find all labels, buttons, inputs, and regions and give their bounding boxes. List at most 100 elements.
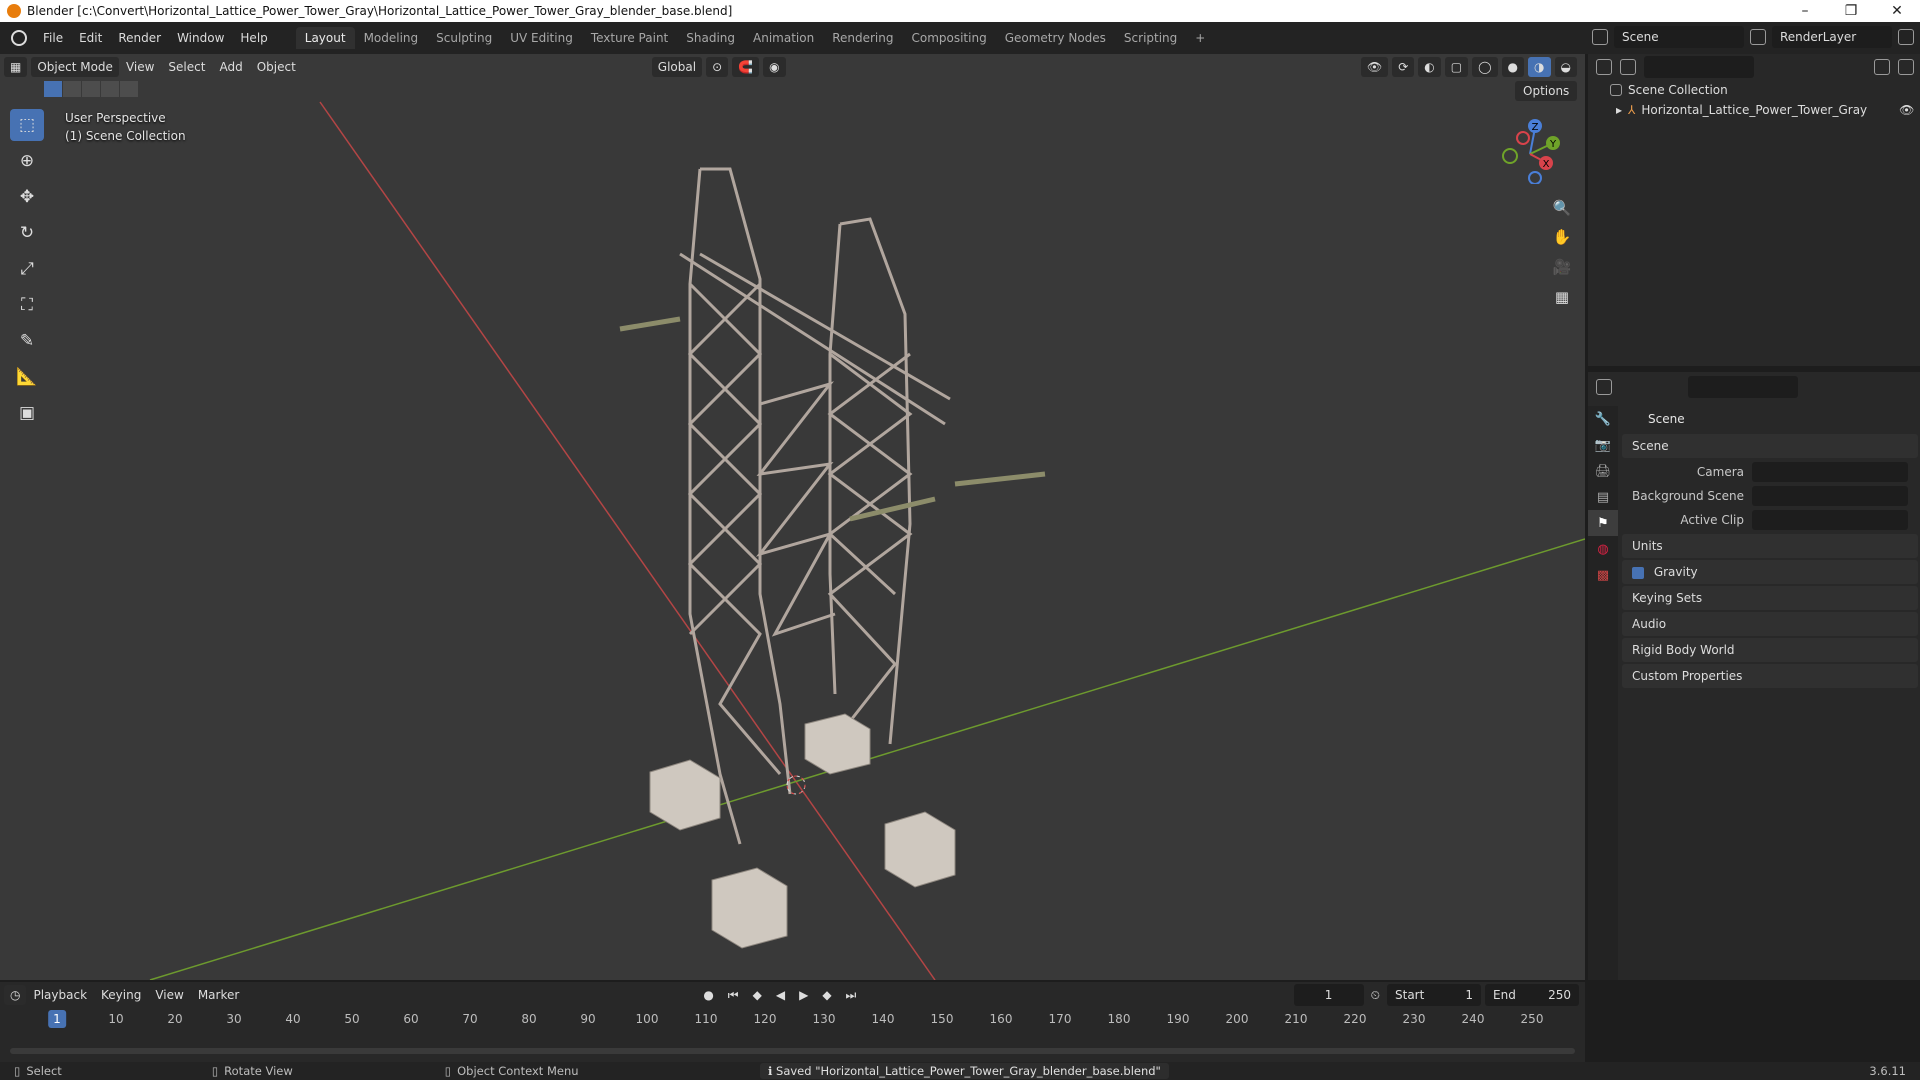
menu-help[interactable]: Help	[232, 27, 275, 49]
rendered-shading-icon[interactable]: ◒	[1554, 57, 1577, 77]
menu-edit[interactable]: Edit	[71, 27, 110, 49]
solid-shading-icon[interactable]: ●	[1501, 57, 1525, 77]
tab-shading[interactable]: Shading	[677, 27, 744, 49]
xray-icon[interactable]: ▢	[1444, 57, 1469, 77]
view-layer-icon[interactable]	[1750, 29, 1766, 45]
options-button[interactable]: Options	[1515, 81, 1578, 101]
viewport-menu-object[interactable]: Object	[250, 60, 303, 74]
properties-editor-type-icon[interactable]	[1596, 379, 1612, 395]
filter-icon[interactable]	[1874, 59, 1890, 75]
scene-selector-icon[interactable]	[1592, 29, 1608, 45]
pan-hand-icon[interactable]: ✋	[1548, 224, 1576, 250]
tab-geometry-nodes[interactable]: Geometry Nodes	[996, 27, 1115, 49]
new-collection-icon[interactable]	[1898, 59, 1914, 75]
prev-keyframe-icon[interactable]: ◆	[746, 988, 769, 1002]
play-reverse-icon[interactable]: ◀	[769, 988, 792, 1002]
active-clip-field[interactable]	[1752, 510, 1908, 530]
tab-sculpting[interactable]: Sculpting	[427, 27, 501, 49]
outliner-search-input[interactable]	[1644, 56, 1754, 78]
move-tool-icon[interactable]: ✥	[10, 181, 44, 213]
timeline-scrollbar[interactable]	[10, 1048, 1575, 1054]
select-subtract-icon[interactable]	[82, 81, 100, 97]
view-layer-tab-icon[interactable]: ▤	[1588, 484, 1618, 510]
tool-tab-icon[interactable]: 🔧	[1588, 406, 1618, 432]
annotate-tool-icon[interactable]: ✎	[10, 325, 44, 357]
panel-audio[interactable]: Audio	[1622, 612, 1918, 636]
menu-window[interactable]: Window	[169, 27, 232, 49]
tab-uv-editing[interactable]: UV Editing	[501, 27, 582, 49]
outliner-editor-type-icon[interactable]	[1596, 59, 1612, 75]
editor-type-icon[interactable]: ▦	[4, 57, 28, 77]
gizmo-toggle-icon[interactable]: ⟳	[1392, 57, 1415, 77]
material-shading-icon[interactable]: ◑	[1528, 57, 1551, 77]
ortho-toggle-icon[interactable]: ▦	[1548, 284, 1576, 310]
menu-file[interactable]: File	[35, 27, 71, 49]
panel-units[interactable]: Units	[1622, 534, 1918, 558]
renderlayer-field[interactable]: RenderLayer	[1772, 26, 1892, 48]
next-keyframe-icon[interactable]: ◆	[815, 988, 838, 1002]
tab-texture-paint[interactable]: Texture Paint	[582, 27, 677, 49]
timeline-ruler[interactable]: 1 10 20 30 40 50 60 70 80 90 100 110 120 130 140 150 16…	[10, 1010, 1575, 1030]
select-extend-icon[interactable]	[63, 81, 81, 97]
play-icon[interactable]: ▶	[792, 988, 815, 1002]
blender-logo-icon[interactable]	[11, 30, 27, 46]
output-tab-icon[interactable]: 🖨	[1588, 458, 1618, 484]
mode-selector[interactable]: Object Mode	[31, 57, 119, 77]
jump-start-icon[interactable]: ⏮	[721, 988, 746, 1003]
new-view-layer-icon[interactable]	[1898, 29, 1914, 45]
world-tab-icon[interactable]: ◍	[1588, 536, 1618, 562]
panel-custom-properties[interactable]: Custom Properties	[1622, 664, 1918, 688]
close-button[interactable]: ✕	[1874, 3, 1920, 19]
camera-view-icon[interactable]: 🎥	[1548, 254, 1576, 280]
pivot-point-icon[interactable]: ⊙	[706, 57, 729, 77]
tab-rendering[interactable]: Rendering	[823, 27, 902, 49]
viewport-menu-select[interactable]: Select	[161, 60, 212, 74]
end-frame-field[interactable]: End 250	[1485, 984, 1579, 1006]
cursor-tool-icon[interactable]: ⊕	[10, 145, 44, 177]
maximize-button[interactable]: ❐	[1828, 3, 1874, 19]
texture-tab-icon[interactable]: ▩	[1588, 562, 1618, 588]
select-new-icon[interactable]	[44, 81, 62, 97]
3d-viewport[interactable]: ▦ Object Mode View Select Add Object Glo…	[0, 54, 1585, 980]
measure-tool-icon[interactable]: 📐	[10, 361, 44, 393]
playhead[interactable]: 1	[48, 1010, 66, 1028]
scene-field[interactable]: Scene	[1614, 26, 1744, 48]
eye-icon[interactable]: 👁	[1899, 100, 1914, 120]
timeline-menu-marker[interactable]: Marker	[191, 988, 246, 1002]
visibility-icon[interactable]: 👁	[1360, 57, 1389, 77]
scale-tool-icon[interactable]: ⤢	[10, 253, 44, 285]
timeline-menu-keying[interactable]: Keying	[94, 988, 148, 1002]
tab-compositing[interactable]: Compositing	[902, 27, 995, 49]
panel-keying-sets[interactable]: Keying Sets	[1622, 586, 1918, 610]
select-mode-buttons[interactable]	[44, 81, 138, 97]
preview-range-icon[interactable]: ⏲	[1364, 988, 1387, 1003]
overlay-toggle-icon[interactable]: ◐	[1418, 57, 1441, 77]
tab-modeling[interactable]: Modeling	[355, 27, 428, 49]
tab-layout[interactable]: Layout	[295, 27, 355, 49]
select-invert-icon[interactable]	[101, 81, 119, 97]
gravity-checkbox[interactable]	[1632, 566, 1644, 579]
background-scene-field[interactable]	[1752, 486, 1908, 506]
expand-arrow-icon[interactable]: ▸	[1616, 100, 1622, 120]
start-frame-field[interactable]: Start 1	[1387, 984, 1481, 1006]
add-cube-tool-icon[interactable]: ▣	[10, 397, 44, 429]
snap-icon[interactable]: 🧲	[732, 57, 760, 77]
display-mode-icon[interactable]	[1620, 59, 1636, 75]
scene-tab-icon[interactable]: ⚑	[1588, 510, 1618, 536]
timeline-menu-view[interactable]: View	[148, 988, 190, 1002]
navigation-gizmo[interactable]: Z Y X	[1495, 114, 1565, 184]
panel-rigid-body-world[interactable]: Rigid Body World	[1622, 638, 1918, 662]
select-box-tool-icon[interactable]: ⬚	[10, 109, 44, 141]
viewport-menu-view[interactable]: View	[119, 60, 161, 74]
transform-orientation-dropdown[interactable]: Global	[651, 57, 703, 77]
panel-scene[interactable]: Scene	[1622, 434, 1918, 458]
transform-tool-icon[interactable]: ⛶	[10, 289, 44, 321]
tab-scripting[interactable]: Scripting	[1115, 27, 1186, 49]
add-workspace-button[interactable]: +	[1186, 27, 1214, 49]
tab-animation[interactable]: Animation	[744, 27, 823, 49]
rotate-tool-icon[interactable]: ↻	[10, 217, 44, 249]
proportional-edit-icon[interactable]: ◉	[763, 57, 786, 77]
select-intersect-icon[interactable]	[120, 81, 138, 97]
timeline-menu-playback[interactable]: Playback	[26, 988, 94, 1002]
timeline-editor-icon[interactable]: ◷	[4, 985, 27, 1005]
